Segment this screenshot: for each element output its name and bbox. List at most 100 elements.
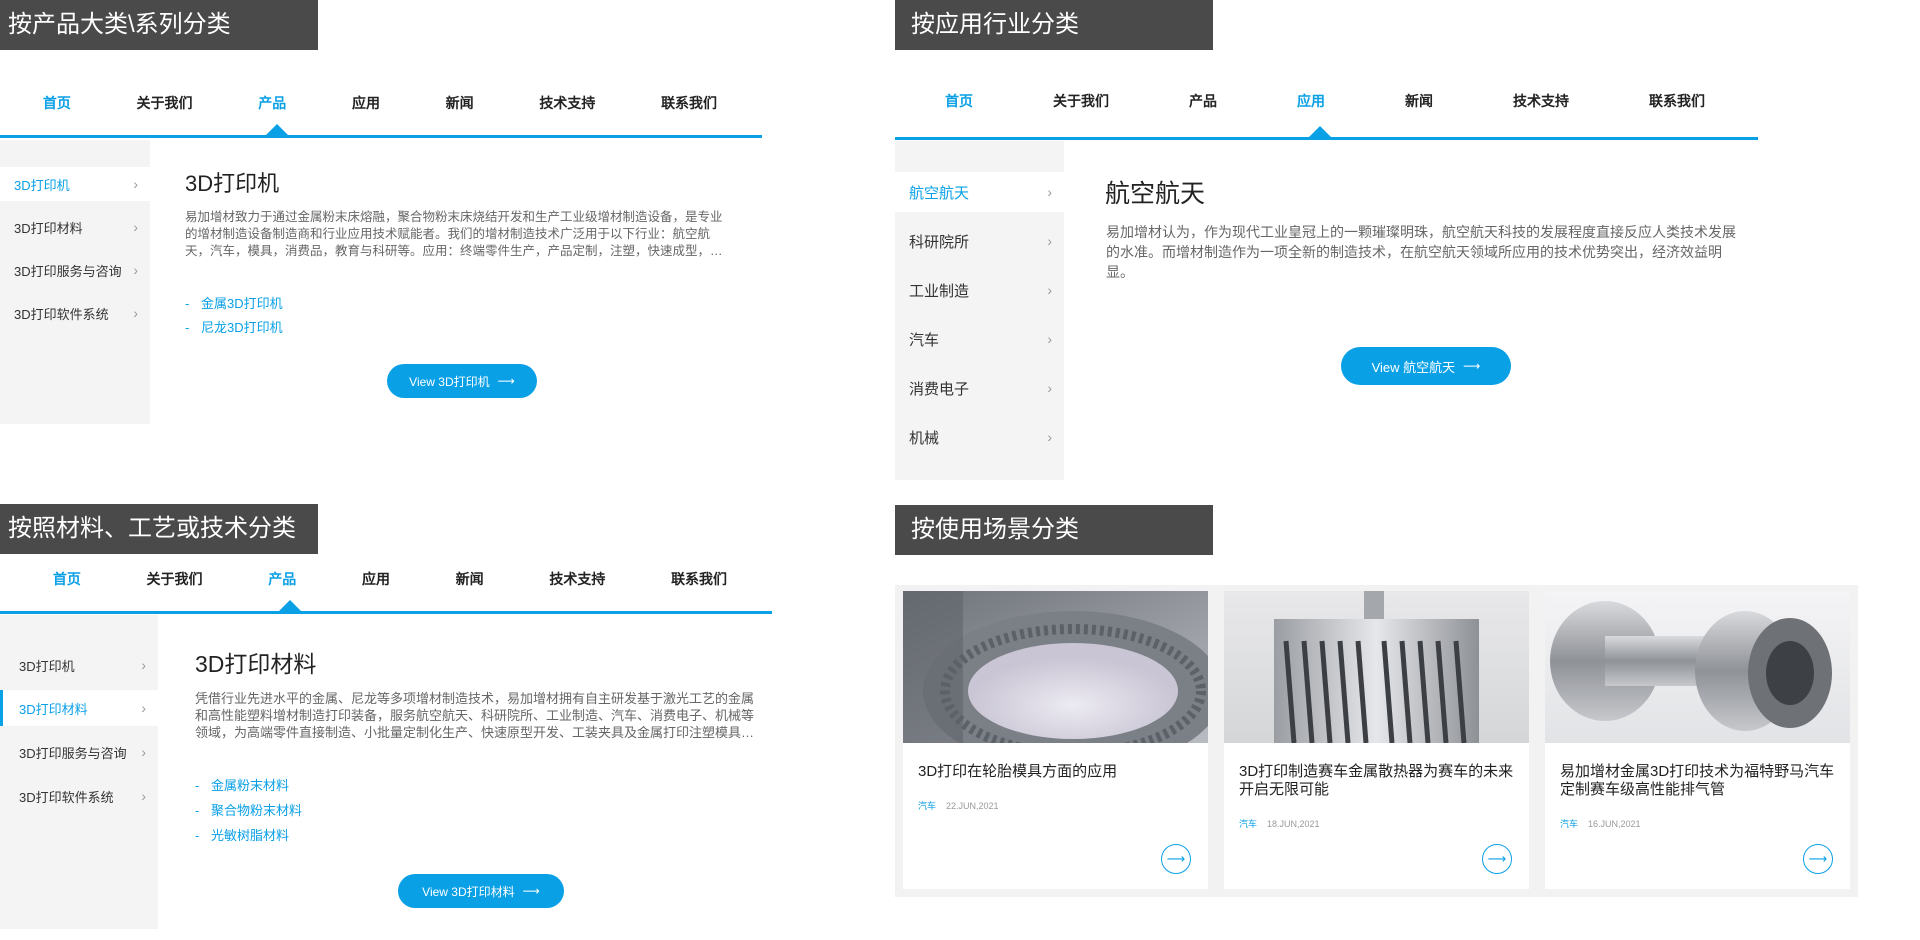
sidebar-item-label: 3D打印机 <box>14 177 70 193</box>
sidebar-item-industrial[interactable]: 工业制造 › <box>895 270 1064 310</box>
nav-item-news[interactable]: 新闻 <box>1405 91 1433 111</box>
nav-item-applications[interactable]: 应用 <box>362 569 390 589</box>
sublink-label: 光敏树脂材料 <box>211 828 290 843</box>
nav-item-products[interactable]: 产品 <box>1189 91 1217 111</box>
category-sidebar: 3D打印机 › 3D打印材料 › 3D打印服务与咨询 › 3D打印软件系统 › <box>0 140 150 424</box>
arrow-right-icon: ⟶ <box>1463 359 1481 373</box>
chevron-right-icon: › <box>133 262 138 278</box>
industry-sidebar: 航空航天 › 科研院所 › 工业制造 › 汽车 › 消费电子 › 机械 › <box>895 141 1064 480</box>
chevron-right-icon: › <box>133 176 138 192</box>
sublink-polymer-powder[interactable]: - 聚合物粉末材料 <box>195 800 302 819</box>
content-title: 航空航天 <box>1105 180 1206 208</box>
view-button[interactable]: View 3D打印材料 ⟶ <box>398 874 564 908</box>
content-description: 凭借行业先进水平的金属、尼龙等多项增材制造技术，易加增材拥有自主研发基于激光工艺… <box>195 691 755 740</box>
sidebar-item-label: 机械 <box>909 429 940 447</box>
chevron-right-icon: › <box>1047 282 1052 298</box>
sidebar-item-printers[interactable]: 3D打印机 › <box>0 167 150 201</box>
sidebar-item-electronics[interactable]: 消费电子 › <box>895 368 1064 408</box>
news-card-grid: 3D打印在轮胎模具方面的应用 汽车 22.JUN,2021 ⟶ 3D打印制造赛车… <box>895 585 1858 897</box>
sidebar-item-software[interactable]: 3D打印软件系统 › <box>0 296 150 330</box>
chevron-right-icon: › <box>141 700 146 716</box>
chevron-right-icon: › <box>133 305 138 321</box>
sidebar-item-materials[interactable]: 3D打印材料 › <box>0 210 150 244</box>
nav-item-products[interactable]: 产品 <box>268 569 296 589</box>
nav-item-home[interactable]: 首页 <box>945 91 973 111</box>
nav-item-home[interactable]: 首页 <box>53 569 81 589</box>
section-title-product: 按产品大类\系列分类 <box>0 0 318 50</box>
nav-item-contact[interactable]: 联系我们 <box>1649 91 1705 111</box>
sidebar-item-label: 3D打印软件系统 <box>19 789 114 805</box>
sublink-photopolymer[interactable]: - 光敏树脂材料 <box>195 825 289 844</box>
main-nav-1: 首页 关于我们 产品 应用 新闻 技术支持 联系我们 <box>10 88 750 118</box>
card-image-radiator <box>1224 591 1529 743</box>
nav-item-contact[interactable]: 联系我们 <box>671 569 727 589</box>
sublink-label: 金属3D打印机 <box>201 296 283 311</box>
card-date: 16.JUN,2021 <box>1588 819 1641 829</box>
circle-arrow-icon[interactable]: ⟶ <box>1161 844 1191 874</box>
news-card[interactable]: 易加增材金属3D打印技术为福特野马汽车定制赛车级高性能排气管 汽车 16.JUN,… <box>1545 591 1850 889</box>
sidebar-item-label: 消费电子 <box>909 380 970 398</box>
sublink-nylon-printer[interactable]: - 尼龙3D打印机 <box>185 317 283 336</box>
nav-item-news[interactable]: 新闻 <box>456 569 484 589</box>
sublink-metal-powder[interactable]: - 金属粉末材料 <box>195 775 289 794</box>
sidebar-item-software[interactable]: 3D打印软件系统 › <box>0 778 158 814</box>
view-button[interactable]: View 航空航天 ⟶ <box>1341 347 1511 385</box>
view-button-label: View 3D打印材料 <box>422 884 515 899</box>
category-sidebar: 3D打印机 › 3D打印材料 › 3D打印服务与咨询 › 3D打印软件系统 › <box>0 615 158 929</box>
chevron-right-icon: › <box>133 219 138 235</box>
circle-arrow-icon[interactable]: ⟶ <box>1803 844 1833 874</box>
nav-item-contact[interactable]: 联系我们 <box>661 93 717 113</box>
sidebar-item-label: 航空航天 <box>909 184 970 202</box>
nav-underline <box>0 135 762 138</box>
nav-item-home[interactable]: 首页 <box>43 93 71 113</box>
nav-item-support[interactable]: 技术支持 <box>549 569 605 589</box>
sidebar-item-research[interactable]: 科研院所 › <box>895 221 1064 261</box>
card-title[interactable]: 3D打印制造赛车金属散热器为赛车的未来开启无限可能 <box>1239 763 1519 799</box>
sidebar-item-label: 3D打印软件系统 <box>14 306 109 322</box>
card-title[interactable]: 3D打印在轮胎模具方面的应用 <box>918 763 1198 781</box>
card-image-tire-mold <box>903 591 1208 743</box>
main-nav-3: 首页 关于我们 产品 应用 新闻 技术支持 联系我们 <box>20 564 760 594</box>
arrow-right-icon: ⟶ <box>497 374 515 388</box>
nav-item-products[interactable]: 产品 <box>258 93 286 113</box>
chevron-right-icon: › <box>141 788 146 804</box>
sidebar-item-printers[interactable]: 3D打印机 › <box>0 647 158 683</box>
section-title-scenario: 按使用场景分类 <box>895 505 1213 555</box>
view-button[interactable]: View 3D打印机 ⟶ <box>387 364 537 398</box>
sublink-label: 聚合物粉末材料 <box>211 803 303 818</box>
chevron-right-icon: › <box>1047 331 1052 347</box>
sidebar-item-services[interactable]: 3D打印服务与咨询 › <box>0 734 158 770</box>
news-card[interactable]: 3D打印制造赛车金属散热器为赛车的未来开启无限可能 汽车 18.JUN,2021 … <box>1224 591 1529 889</box>
news-card[interactable]: 3D打印在轮胎模具方面的应用 汽车 22.JUN,2021 ⟶ <box>903 591 1208 889</box>
sidebar-item-machinery[interactable]: 机械 › <box>895 417 1064 457</box>
nav-item-about[interactable]: 关于我们 <box>1053 91 1109 111</box>
sidebar-item-label: 3D打印服务与咨询 <box>19 745 127 761</box>
sidebar-item-label: 科研院所 <box>909 233 970 251</box>
sidebar-item-label: 3D打印材料 <box>14 220 83 236</box>
view-button-label: View 3D打印机 <box>409 374 490 389</box>
section-title-industry: 按应用行业分类 <box>895 0 1213 50</box>
card-date: 22.JUN,2021 <box>946 801 999 811</box>
sidebar-item-label: 3D打印材料 <box>19 701 88 717</box>
card-category: 汽车 <box>1560 819 1579 829</box>
card-title[interactable]: 易加增材金属3D打印技术为福特野马汽车定制赛车级高性能排气管 <box>1560 763 1840 799</box>
nav-underline <box>895 137 1758 140</box>
circle-arrow-icon[interactable]: ⟶ <box>1482 844 1512 874</box>
content-description: 易加增材致力于通过金属粉末床熔融，聚合物粉末床烧结开发和生产工业级增材制造设备，… <box>185 210 723 258</box>
nav-item-applications[interactable]: 应用 <box>352 93 380 113</box>
content-description: 易加增材认为，作为现代工业皇冠上的一颗璀璨明珠，航空航天科技的发展程度直接反应人… <box>1106 224 1736 280</box>
sublink-label: 尼龙3D打印机 <box>201 320 283 335</box>
nav-item-about[interactable]: 关于我们 <box>137 93 193 113</box>
nav-item-support[interactable]: 技术支持 <box>1513 91 1569 111</box>
nav-item-support[interactable]: 技术支持 <box>539 93 595 113</box>
nav-item-applications[interactable]: 应用 <box>1297 91 1325 111</box>
card-meta: 汽车 16.JUN,2021 <box>1560 817 1641 830</box>
sidebar-item-automotive[interactable]: 汽车 › <box>895 319 1064 359</box>
nav-item-about[interactable]: 关于我们 <box>147 569 203 589</box>
sidebar-item-materials[interactable]: 3D打印材料 › <box>0 690 158 726</box>
sublink-metal-printer[interactable]: - 金属3D打印机 <box>185 293 283 312</box>
sidebar-item-services[interactable]: 3D打印服务与咨询 › <box>0 253 150 287</box>
sidebar-item-aerospace[interactable]: 航空航天 › <box>895 172 1064 212</box>
dash-icon: - <box>195 828 200 843</box>
nav-item-news[interactable]: 新闻 <box>446 93 474 113</box>
